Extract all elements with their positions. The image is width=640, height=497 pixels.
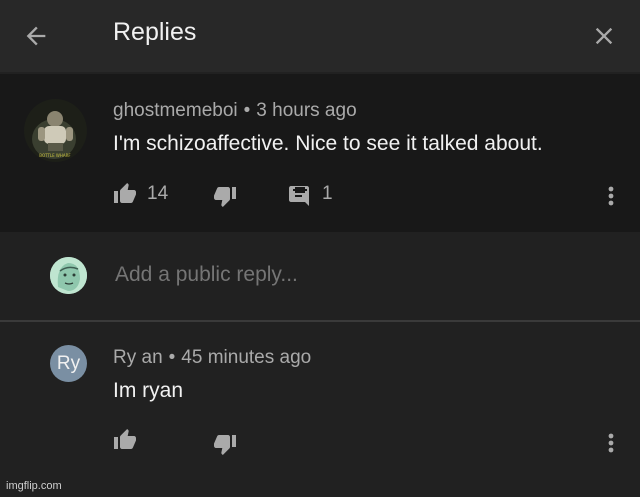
more-vert-icon [608,186,614,206]
page-title: Replies [113,18,197,46]
reply-meta: Ry an • 45 minutes ago [113,347,311,369]
user-avatar [50,257,87,294]
reply-time[interactable]: 45 minutes ago [181,347,311,368]
reply-input[interactable] [113,262,597,288]
user-avatar-image [50,257,87,294]
meta-separator: • [168,347,176,368]
reply-count: 1 [322,183,333,204]
more-options-button[interactable] [596,176,626,216]
like-button[interactable]: 14 [113,182,168,206]
more-options-button[interactable] [596,423,626,463]
back-button[interactable] [14,14,58,58]
avatar-initials: Ry [56,352,81,374]
thumb-down-icon [214,187,236,207]
reply-comment: Ry Ry an • 45 minutes ago Im ryan [0,322,640,497]
avatar-caption: BOTTLE WHARF [39,153,71,158]
thumb-up-icon [114,183,136,203]
comment-icon [289,186,309,206]
header-bar: Replies [0,0,640,72]
close-button[interactable] [582,14,626,58]
parent-comment: BOTTLE WHARF ghostmemeboi • 3 hours ago I'… [0,74,640,232]
reply-author[interactable]: Ry an [113,347,163,368]
meta-separator: • [243,100,251,121]
avatar[interactable]: Ry [50,345,87,382]
comment-author[interactable]: ghostmemeboi [113,100,238,121]
dislike-button[interactable] [213,432,237,456]
thumb-down-icon [214,435,236,455]
comment-time[interactable]: 3 hours ago [256,100,356,121]
more-vert-icon [608,433,614,453]
arrow-back-icon [26,26,46,46]
watermark: imgflip.com [6,480,62,492]
add-reply-row[interactable] [0,232,640,320]
avatar-image: BOTTLE WHARF [24,99,87,162]
comment-meta: ghostmemeboi • 3 hours ago [113,100,357,122]
reply-text: Im ryan [113,379,184,402]
replies-panel: Replies BOTTLE WHARF ghostmemeboi • 3 hour… [0,0,640,497]
like-button[interactable] [113,428,137,452]
reply-count-button[interactable]: 1 [288,182,333,206]
close-icon [595,27,613,45]
comment-text: I'm schizoaffective. Nice to see it talk… [113,132,543,155]
dislike-button[interactable] [213,184,237,208]
like-count: 14 [147,183,169,204]
thumb-up-icon [114,429,136,449]
avatar[interactable]: BOTTLE WHARF [24,99,87,162]
